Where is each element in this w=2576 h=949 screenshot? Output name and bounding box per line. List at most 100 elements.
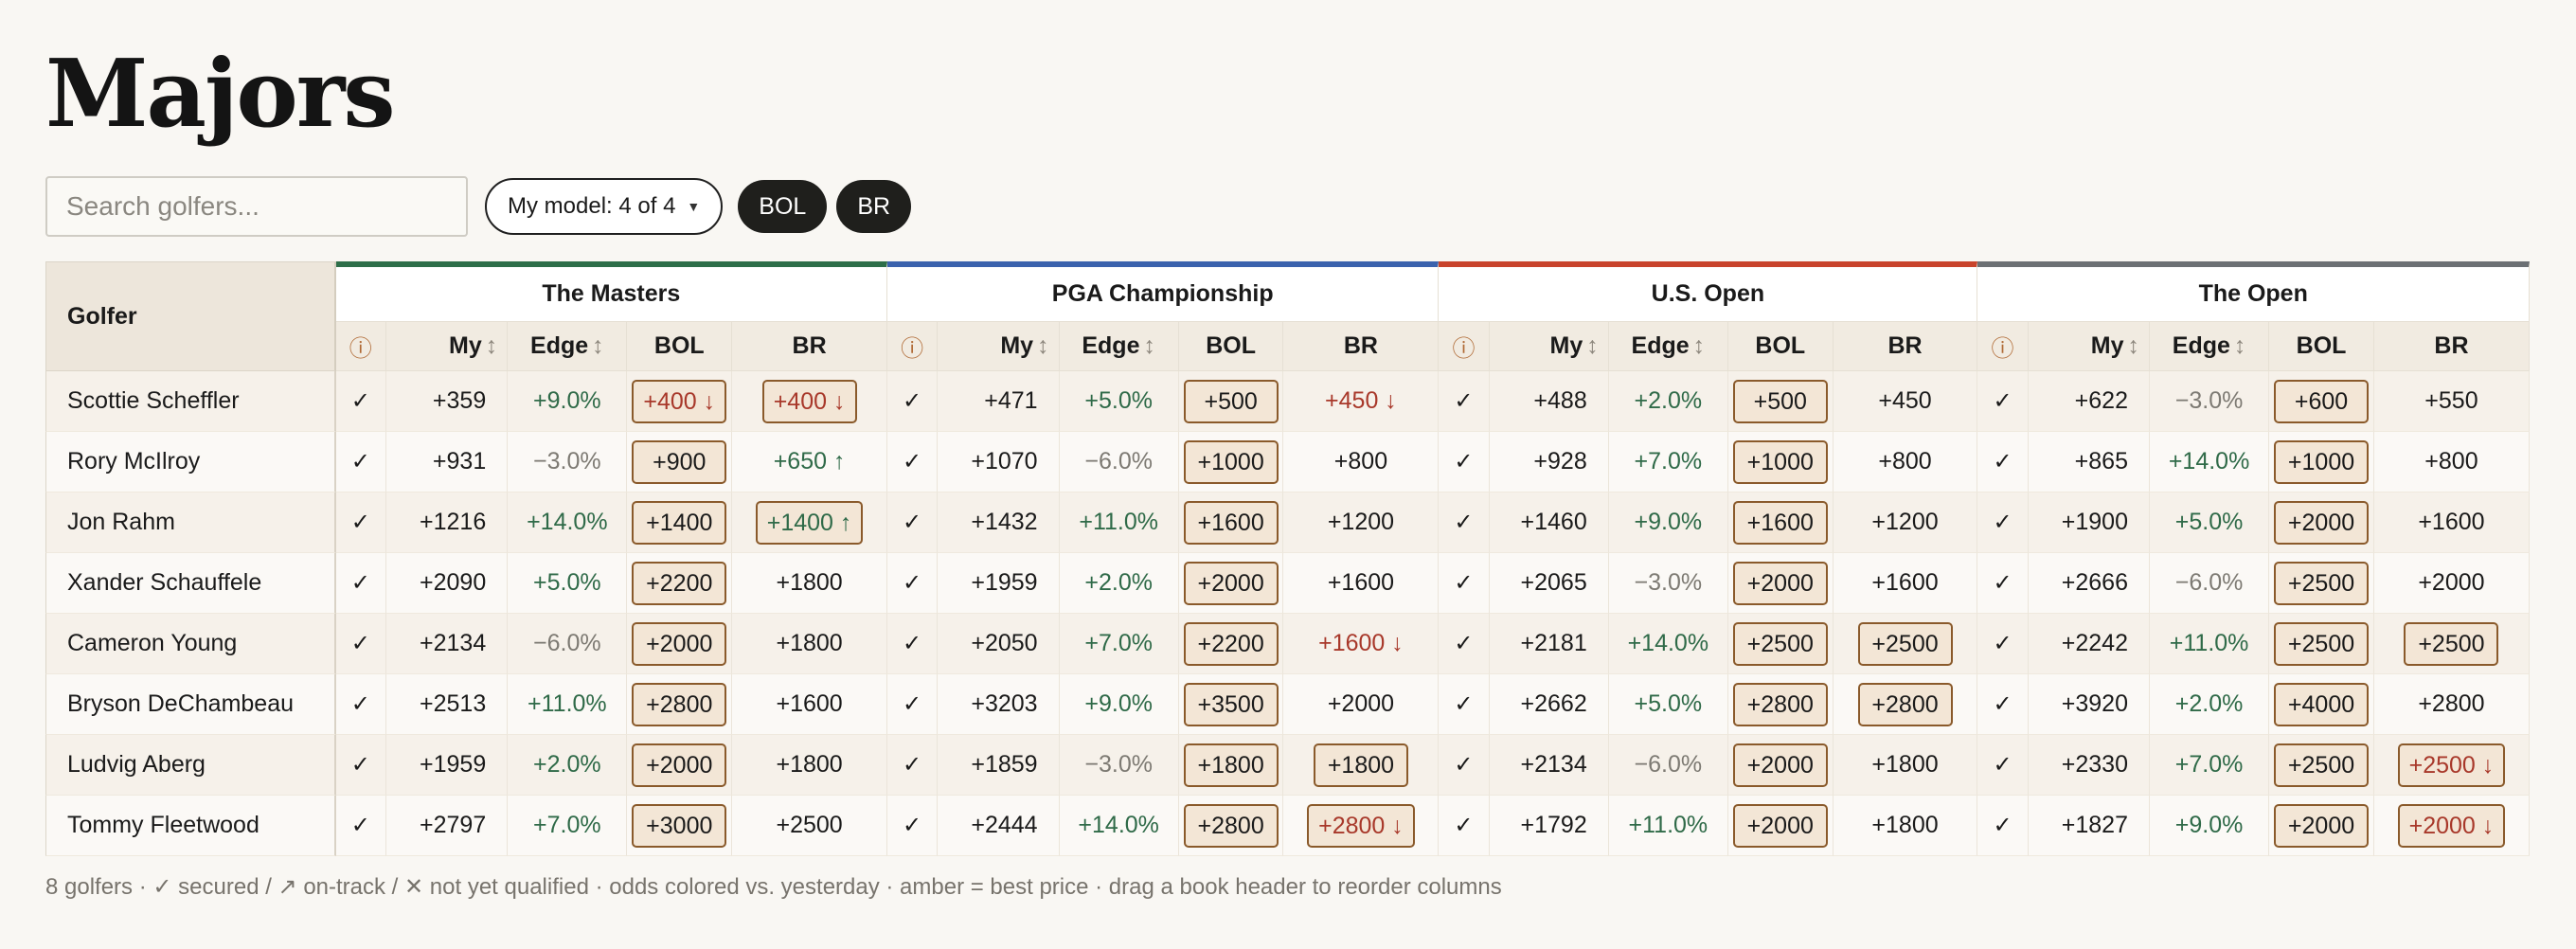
my-odds-column-header[interactable]: My ↕: [938, 322, 1060, 371]
bol-odds-cell[interactable]: +1000: [1727, 432, 1834, 492]
bol-odds-cell[interactable]: +1400: [627, 492, 733, 553]
br-odds-cell[interactable]: +1600: [732, 674, 888, 735]
bol-odds-cell[interactable]: +400 ↓: [627, 371, 733, 432]
br-odds-cell[interactable]: +1600 ↓: [1283, 614, 1440, 674]
br-odds-cell[interactable]: +1800: [732, 614, 888, 674]
bol-book-header[interactable]: BOL: [2269, 322, 2374, 371]
bol-odds-cell[interactable]: +1000: [2269, 432, 2374, 492]
my-odds-column-header[interactable]: My ↕: [2028, 322, 2150, 371]
edge-column-header[interactable]: Edge ↕: [508, 322, 628, 371]
bol-odds-cell[interactable]: +600: [2269, 371, 2374, 432]
bol-odds-cell[interactable]: +2000: [627, 614, 733, 674]
book-toggle-bol[interactable]: BOL: [738, 180, 828, 233]
br-book-header[interactable]: BR: [1283, 322, 1440, 371]
sort-icon[interactable]: ↕: [2127, 332, 2139, 359]
br-odds-cell[interactable]: +2000: [1283, 674, 1440, 735]
golfer-name[interactable]: Xander Schauffele: [45, 553, 336, 614]
br-odds-cell[interactable]: +400 ↓: [732, 371, 888, 432]
bol-odds-cell[interactable]: +2500: [2269, 735, 2374, 796]
sort-icon[interactable]: ↕: [592, 332, 604, 359]
br-odds-cell[interactable]: +1600: [2373, 492, 2530, 553]
golfer-column-header[interactable]: Golfer: [45, 261, 336, 371]
bol-odds-cell[interactable]: +2800: [1727, 674, 1834, 735]
bol-odds-cell[interactable]: +500: [1178, 371, 1284, 432]
bol-odds-cell[interactable]: +2000: [2269, 796, 2374, 856]
golfer-name[interactable]: Tommy Fleetwood: [45, 796, 336, 856]
bol-odds-cell[interactable]: +900: [627, 432, 733, 492]
golfer-name[interactable]: Ludvig Aberg: [45, 735, 336, 796]
bol-odds-cell[interactable]: +4000: [2269, 674, 2374, 735]
br-odds-cell[interactable]: +2800: [1833, 674, 1978, 735]
bol-odds-cell[interactable]: +2500: [2269, 553, 2374, 614]
br-odds-cell[interactable]: +2500: [732, 796, 888, 856]
bol-odds-cell[interactable]: +2000: [1727, 553, 1834, 614]
br-odds-cell[interactable]: +1600: [1283, 553, 1440, 614]
br-book-header[interactable]: BR: [732, 322, 888, 371]
br-odds-cell[interactable]: +2000 ↓: [2373, 796, 2530, 856]
br-odds-cell[interactable]: +2500 ↓: [2373, 735, 2530, 796]
golfer-name[interactable]: Bryson DeChambeau: [45, 674, 336, 735]
info-icon[interactable]: ⓘ: [1452, 336, 1475, 362]
sort-icon[interactable]: ↕: [2234, 332, 2246, 359]
book-toggle-br[interactable]: BR: [836, 180, 912, 233]
br-odds-cell[interactable]: +1800: [1833, 796, 1978, 856]
br-odds-cell[interactable]: +2800: [2373, 674, 2530, 735]
bol-odds-cell[interactable]: +2000: [627, 735, 733, 796]
br-odds-cell[interactable]: +2000: [2373, 553, 2530, 614]
edge-column-header[interactable]: Edge ↕: [1059, 322, 1179, 371]
bol-odds-cell[interactable]: +2200: [627, 553, 733, 614]
br-odds-cell[interactable]: +1800: [1833, 735, 1978, 796]
br-odds-cell[interactable]: +450: [1833, 371, 1978, 432]
br-odds-cell[interactable]: +2500: [2373, 614, 2530, 674]
br-odds-cell[interactable]: +1800: [732, 553, 888, 614]
bol-odds-cell[interactable]: +2200: [1178, 614, 1284, 674]
golfer-name[interactable]: Rory McIlroy: [45, 432, 336, 492]
golfer-name[interactable]: Scottie Scheffler: [45, 371, 336, 432]
bol-odds-cell[interactable]: +2000: [1178, 553, 1284, 614]
sort-icon[interactable]: ↕: [1143, 332, 1155, 359]
info-icon[interactable]: ⓘ: [349, 336, 372, 362]
br-odds-cell[interactable]: +800: [1283, 432, 1440, 492]
bol-odds-cell[interactable]: +3500: [1178, 674, 1284, 735]
br-odds-cell[interactable]: +450 ↓: [1283, 371, 1440, 432]
search-input[interactable]: [45, 176, 468, 237]
golfer-name[interactable]: Cameron Young: [45, 614, 336, 674]
br-odds-cell[interactable]: +800: [1833, 432, 1978, 492]
sort-icon[interactable]: ↕: [1693, 332, 1706, 359]
bol-odds-cell[interactable]: +2800: [627, 674, 733, 735]
br-odds-cell[interactable]: +650 ↑: [732, 432, 888, 492]
edge-column-header[interactable]: Edge ↕: [2149, 322, 2270, 371]
bol-odds-cell[interactable]: +1000: [1178, 432, 1284, 492]
br-odds-cell[interactable]: +1800: [1283, 735, 1440, 796]
bol-odds-cell[interactable]: +1600: [1727, 492, 1834, 553]
bol-odds-cell[interactable]: +1800: [1178, 735, 1284, 796]
br-odds-cell[interactable]: +1400 ↑: [732, 492, 888, 553]
br-odds-cell[interactable]: +2500: [1833, 614, 1978, 674]
br-odds-cell[interactable]: +1200: [1283, 492, 1440, 553]
br-book-header[interactable]: BR: [2373, 322, 2530, 371]
bol-odds-cell[interactable]: +2500: [2269, 614, 2374, 674]
golfer-name[interactable]: Jon Rahm: [45, 492, 336, 553]
bol-odds-cell[interactable]: +500: [1727, 371, 1834, 432]
bol-odds-cell[interactable]: +2000: [2269, 492, 2374, 553]
br-odds-cell[interactable]: +550: [2373, 371, 2530, 432]
br-odds-cell[interactable]: +1600: [1833, 553, 1978, 614]
bol-book-header[interactable]: BOL: [1178, 322, 1284, 371]
br-odds-cell[interactable]: +1200: [1833, 492, 1978, 553]
bol-odds-cell[interactable]: +3000: [627, 796, 733, 856]
info-icon[interactable]: ⓘ: [901, 336, 923, 362]
my-odds-column-header[interactable]: My ↕: [1489, 322, 1609, 371]
bol-odds-cell[interactable]: +1600: [1178, 492, 1284, 553]
bol-book-header[interactable]: BOL: [1727, 322, 1834, 371]
info-icon[interactable]: ⓘ: [1991, 336, 2013, 362]
bol-odds-cell[interactable]: +2000: [1727, 796, 1834, 856]
sort-icon[interactable]: ↕: [1586, 332, 1599, 359]
bol-odds-cell[interactable]: +2000: [1727, 735, 1834, 796]
br-odds-cell[interactable]: +800: [2373, 432, 2530, 492]
br-odds-cell[interactable]: +1800: [732, 735, 888, 796]
my-odds-column-header[interactable]: My ↕: [385, 322, 509, 371]
sort-icon[interactable]: ↕: [1037, 332, 1049, 359]
model-select[interactable]: My model: 4 of 4 ▼: [485, 178, 724, 235]
bol-odds-cell[interactable]: +2500: [1727, 614, 1834, 674]
br-odds-cell[interactable]: +2800 ↓: [1283, 796, 1440, 856]
